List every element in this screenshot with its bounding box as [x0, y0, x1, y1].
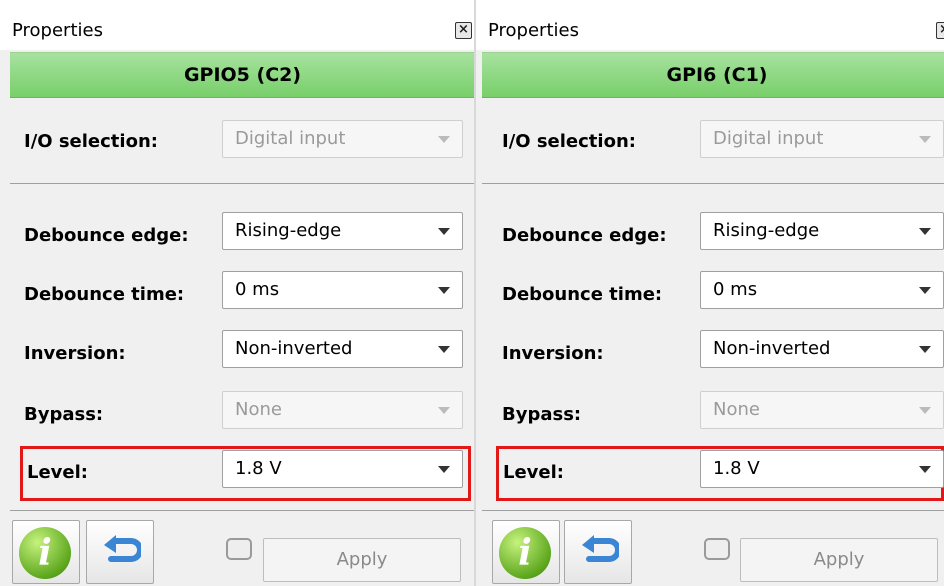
inversion-value: Non-inverted: [713, 338, 831, 359]
debounce-time-dropdown[interactable]: 0 ms: [222, 271, 463, 309]
debounce-edge-label: Debounce edge:: [24, 225, 189, 246]
chevron-down-icon: [438, 346, 450, 353]
inversion-dropdown[interactable]: Non-inverted: [700, 330, 944, 368]
inversion-label: Inversion:: [502, 343, 604, 364]
undo-button[interactable]: [564, 520, 632, 584]
io-selection-dropdown[interactable]: Digital input: [700, 120, 944, 158]
io-selection-dropdown[interactable]: Digital input: [222, 120, 463, 158]
debounce-time-value: 0 ms: [713, 279, 758, 300]
chevron-down-icon: [919, 346, 931, 353]
io-selection-label: I/O selection:: [502, 131, 636, 152]
properties-panel-gpio5: Properties × GPIO5 (C2) I/O selection: D…: [0, 0, 474, 586]
undo-icon: [104, 535, 141, 562]
pin-header: GPI6 (C1): [482, 52, 944, 98]
apply-button[interactable]: Apply: [740, 538, 938, 582]
pin-header: GPIO5 (C2): [10, 52, 474, 98]
debounce-time-dropdown[interactable]: 0 ms: [700, 271, 944, 309]
bypass-label: Bypass:: [24, 404, 104, 425]
panel-title: Properties: [12, 20, 103, 41]
close-icon[interactable]: ×: [936, 22, 944, 39]
bypass-dropdown[interactable]: None: [222, 391, 463, 429]
undo-icon: [582, 535, 619, 562]
debounce-edge-value: Rising-edge: [235, 220, 342, 241]
panel-title-bar: Properties ×: [0, 0, 474, 50]
revert-icon[interactable]: [226, 538, 252, 560]
chevron-down-icon: [919, 228, 931, 235]
info-icon: i: [499, 527, 551, 579]
debounce-edge-dropdown[interactable]: Rising-edge: [222, 212, 463, 250]
properties-panel-gpi6: Properties × GPI6 (C1) I/O selection: Di…: [476, 0, 944, 586]
bypass-dropdown[interactable]: None: [700, 391, 944, 429]
section-divider: [482, 510, 944, 511]
chevron-down-icon: [438, 407, 450, 414]
chevron-down-icon: [438, 136, 450, 143]
bypass-label: Bypass:: [502, 404, 582, 425]
debounce-time-value: 0 ms: [235, 279, 280, 300]
level-value: 1.8 V: [713, 458, 760, 479]
apply-button[interactable]: Apply: [263, 538, 461, 582]
info-button[interactable]: i: [492, 520, 560, 584]
debounce-edge-dropdown[interactable]: Rising-edge: [700, 212, 944, 250]
panel-title: Properties: [488, 20, 579, 41]
chevron-down-icon: [438, 287, 450, 294]
io-selection-value: Digital input: [713, 128, 824, 149]
inversion-dropdown[interactable]: Non-inverted: [222, 330, 463, 368]
inversion-label: Inversion:: [24, 343, 126, 364]
level-value: 1.8 V: [235, 458, 282, 479]
debounce-time-label: Debounce time:: [502, 284, 663, 305]
level-dropdown[interactable]: 1.8 V: [700, 450, 944, 488]
panel-title-bar: Properties ×: [476, 0, 944, 50]
debounce-time-label: Debounce time:: [24, 284, 185, 305]
undo-button[interactable]: [86, 520, 154, 584]
info-icon: i: [19, 527, 71, 579]
section-divider: [10, 510, 474, 511]
close-icon[interactable]: ×: [455, 22, 472, 39]
io-selection-value: Digital input: [235, 128, 346, 149]
debounce-edge-value: Rising-edge: [713, 220, 820, 241]
bypass-value: None: [235, 399, 282, 420]
inversion-value: Non-inverted: [235, 338, 353, 359]
panel-toolbar: i Apply: [0, 512, 474, 586]
revert-icon[interactable]: [704, 538, 730, 560]
chevron-down-icon: [919, 287, 931, 294]
debounce-edge-label: Debounce edge:: [502, 225, 667, 246]
section-divider: [10, 183, 474, 184]
chevron-down-icon: [919, 466, 931, 473]
level-dropdown[interactable]: 1.8 V: [222, 450, 463, 488]
chevron-down-icon: [919, 136, 931, 143]
chevron-down-icon: [438, 228, 450, 235]
level-label: Level:: [503, 462, 564, 483]
io-selection-label: I/O selection:: [24, 131, 158, 152]
panel-toolbar: i Apply: [476, 512, 944, 586]
level-label: Level:: [27, 462, 88, 483]
section-divider: [482, 183, 944, 184]
info-button[interactable]: i: [12, 520, 80, 584]
chevron-down-icon: [919, 407, 931, 414]
bypass-value: None: [713, 399, 760, 420]
chevron-down-icon: [438, 466, 450, 473]
